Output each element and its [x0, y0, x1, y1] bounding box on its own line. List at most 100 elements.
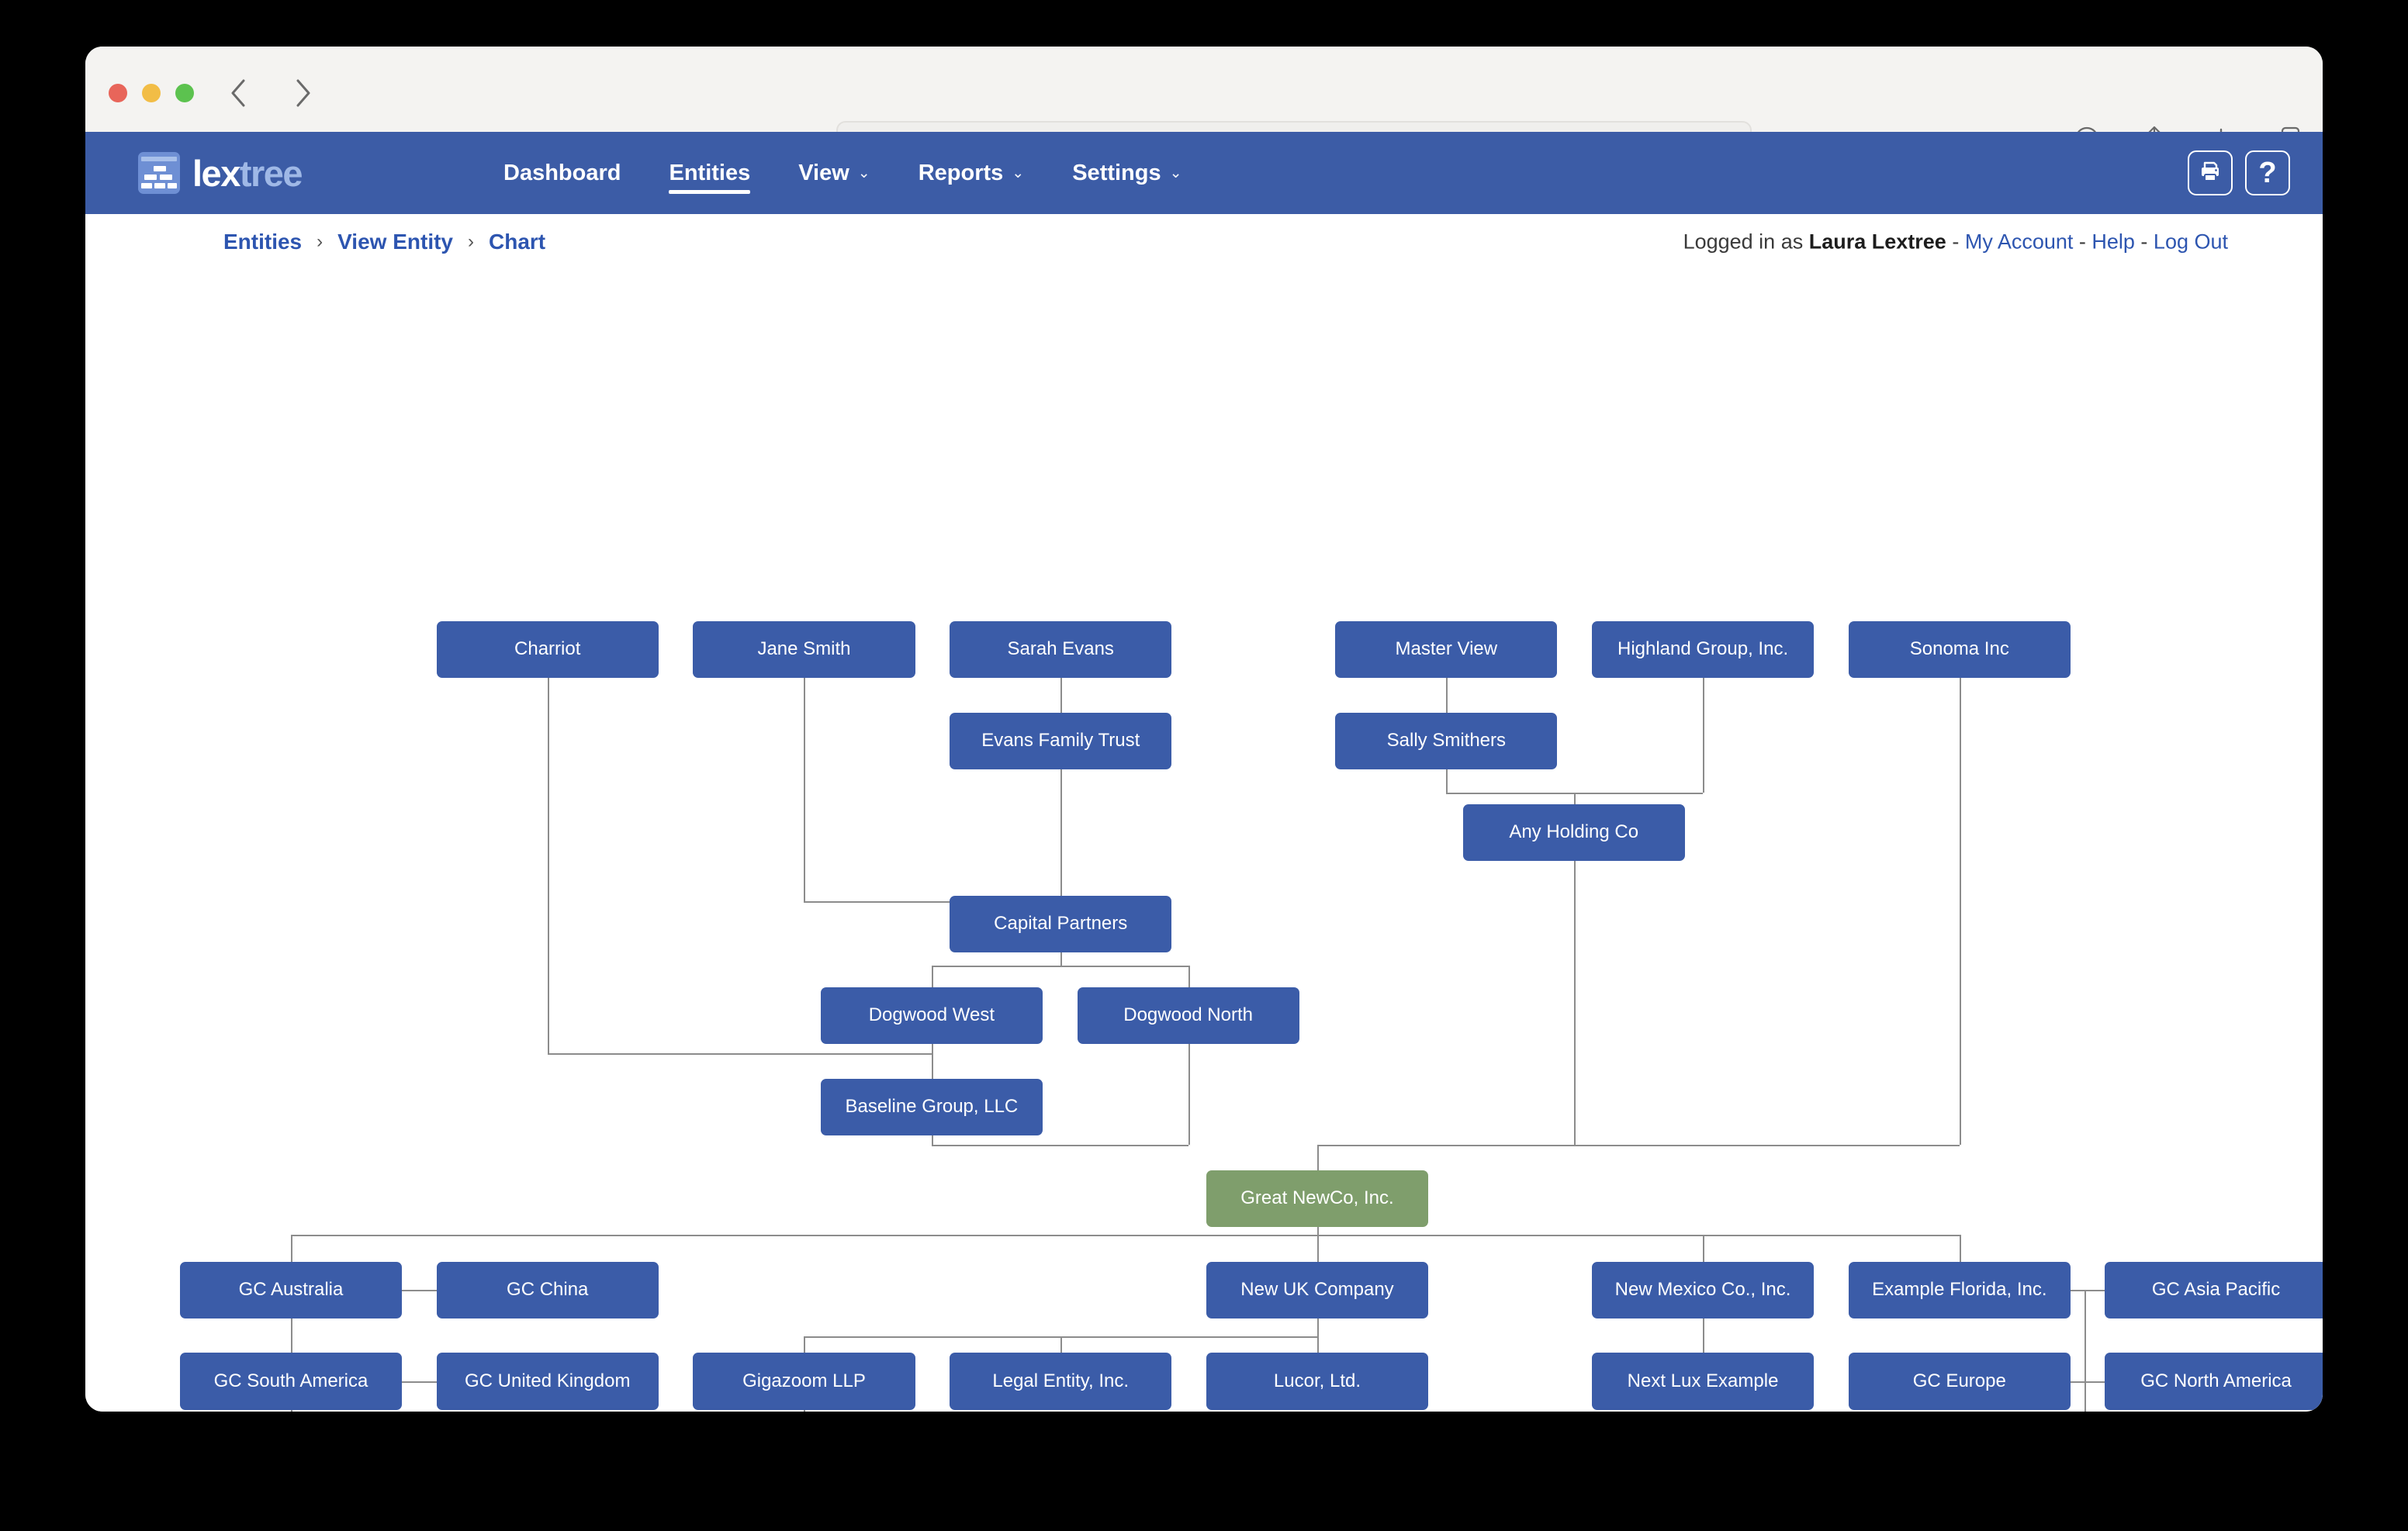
- nav-item-label: Settings: [1072, 160, 1161, 185]
- connector-line: [931, 1044, 933, 1079]
- entity-node-master-view[interactable]: Master View: [1335, 620, 1558, 679]
- connector-line: [1060, 678, 1063, 713]
- close-window-button[interactable]: [109, 84, 127, 102]
- connector-line: [1188, 966, 1190, 987]
- nav-item-view[interactable]: View ⌄: [774, 132, 894, 214]
- entity-node-baseline-group[interactable]: Baseline Group, LLC: [820, 1078, 1043, 1136]
- print-button[interactable]: [2188, 150, 2233, 195]
- forward-arrow-icon[interactable]: [290, 78, 317, 109]
- connector-line: [1959, 678, 1961, 1145]
- logo-lex-text: lex: [192, 152, 240, 194]
- entity-node-great-newco[interactable]: Great NewCo, Inc.: [1206, 1170, 1429, 1227]
- entity-node-dogwood-west[interactable]: Dogwood West: [820, 987, 1043, 1045]
- entity-node-gc-asia-pacific[interactable]: GC Asia Pacific: [2105, 1261, 2323, 1318]
- connector-line: [2084, 1290, 2086, 1412]
- browser-nav-arrows: [225, 78, 317, 109]
- entity-node-gc-australia[interactable]: GC Australia: [179, 1261, 403, 1318]
- connector-line: [931, 966, 933, 987]
- connector-line: [1060, 1336, 1063, 1353]
- entity-node-capital-partners[interactable]: Capital Partners: [950, 895, 1172, 953]
- breadcrumb-separator: ›: [317, 231, 323, 252]
- connector-line: [1188, 1044, 1190, 1145]
- browser-titlebar: berkmansolutions.com: [85, 47, 2323, 169]
- entity-node-sally-smithers[interactable]: Sally Smithers: [1335, 712, 1558, 770]
- entity-node-new-mexico-co[interactable]: New Mexico Co., Inc.: [1591, 1261, 1815, 1318]
- connector-line: [290, 1235, 292, 1262]
- connector-line: [1316, 1145, 1960, 1146]
- user-name: Laura Lextree: [1808, 230, 1946, 254]
- entity-node-gc-united-kingdom[interactable]: GC United Kingdom: [436, 1353, 659, 1410]
- minimize-window-button[interactable]: [142, 84, 161, 102]
- org-chart-canvas: Charriot Jane Smith Sarah Evans Master View…: [85, 270, 2323, 1412]
- lextree-wordmark: lextree: [192, 152, 303, 194]
- connector-line: [1703, 678, 1705, 793]
- entity-node-dogwood-north[interactable]: Dogwood North: [1077, 987, 1299, 1045]
- help-button[interactable]: ?: [2245, 150, 2290, 195]
- chevron-down-icon: ⌄: [1169, 164, 1182, 181]
- nav-item-reports[interactable]: Reports ⌄: [894, 132, 1049, 214]
- subheader: Entities › View Entity › Chart Logged in…: [85, 214, 2323, 270]
- breadcrumb-item-view-entity[interactable]: View Entity: [337, 230, 453, 254]
- connector-line: [931, 966, 1188, 967]
- entity-node-highland-group[interactable]: Highland Group, Inc.: [1591, 620, 1815, 679]
- entity-node-charriot[interactable]: Charriot: [436, 620, 659, 679]
- entity-node-any-holding[interactable]: Any Holding Co: [1462, 804, 1685, 862]
- nav-items: Dashboard Entities View ⌄ Reports ⌄ Sett…: [479, 132, 1206, 214]
- connector-line: [931, 1135, 933, 1145]
- connector-line: [804, 678, 806, 901]
- nav-item-entities[interactable]: Entities: [645, 132, 774, 214]
- breadcrumb-item-chart[interactable]: Chart: [489, 230, 545, 254]
- entity-node-example-florida[interactable]: Example Florida, Inc.: [1848, 1261, 2071, 1318]
- help-link[interactable]: Help: [2091, 230, 2135, 254]
- entity-node-jane-smith[interactable]: Jane Smith: [693, 620, 915, 679]
- entity-node-next-lux[interactable]: Next Lux Example: [1591, 1353, 1815, 1410]
- connector-line: [290, 1235, 1960, 1236]
- nav-item-label: Reports: [918, 160, 1004, 185]
- entity-node-sarah-evans[interactable]: Sarah Evans: [950, 620, 1172, 679]
- logo-tree-text: tree: [239, 152, 303, 194]
- connector-line: [1703, 1235, 1705, 1262]
- user-session-bar: Logged in as Laura Lextree - My Account …: [1683, 230, 2228, 254]
- connector-line: [804, 1336, 806, 1353]
- print-icon: [2198, 159, 2223, 188]
- window-controls: [109, 84, 194, 102]
- entity-node-gc-south-america[interactable]: GC South America: [179, 1353, 403, 1410]
- my-account-link[interactable]: My Account: [1965, 230, 2074, 254]
- connector-line: [1316, 1235, 1319, 1262]
- entity-node-lucor-ltd[interactable]: Lucor, Ltd.: [1206, 1353, 1429, 1410]
- connector-line: [2070, 1381, 2105, 1384]
- entity-node-gc-china[interactable]: GC China: [436, 1261, 659, 1318]
- nav-item-settings[interactable]: Settings ⌄: [1048, 132, 1206, 214]
- breadcrumb-item-entities[interactable]: Entities: [223, 230, 302, 254]
- back-arrow-icon[interactable]: [225, 78, 251, 109]
- nav-item-label: Dashboard: [503, 160, 621, 185]
- connector-line: [402, 1290, 437, 1292]
- chevron-down-icon: ⌄: [857, 164, 870, 181]
- lextree-logo[interactable]: lextree: [138, 152, 303, 194]
- entity-node-legal-entity[interactable]: Legal Entity, Inc.: [950, 1353, 1172, 1410]
- entity-node-evans-trust[interactable]: Evans Family Trust: [950, 712, 1172, 770]
- connector-line: [1703, 1318, 1705, 1353]
- log-out-link[interactable]: Log Out: [2154, 230, 2228, 254]
- entity-node-gigazoom-llp[interactable]: Gigazoom LLP: [693, 1353, 915, 1410]
- entity-node-sonoma-inc[interactable]: Sonoma Inc: [1848, 620, 2071, 679]
- connector-line: [1446, 769, 1448, 793]
- entity-node-new-uk-company[interactable]: New UK Company: [1206, 1261, 1429, 1318]
- question-mark-icon: ?: [2258, 157, 2277, 189]
- connector-line: [1316, 1227, 1319, 1235]
- connector-line: [547, 1053, 932, 1055]
- maximize-window-button[interactable]: [175, 84, 194, 102]
- entity-node-gc-north-america[interactable]: GC North America: [2105, 1353, 2323, 1410]
- connector-line: [1060, 952, 1063, 966]
- lextree-mark-icon: [138, 152, 180, 194]
- connector-line: [547, 678, 549, 1053]
- connector-line: [1446, 678, 1448, 713]
- connector-line: [1316, 1336, 1319, 1353]
- connector-line: [1060, 769, 1063, 896]
- nav-action-buttons: ?: [2188, 150, 2290, 195]
- connector-line: [931, 1145, 1188, 1146]
- nav-item-dashboard[interactable]: Dashboard: [479, 132, 645, 214]
- breadcrumb-separator: ›: [468, 231, 474, 252]
- entity-node-gc-europe[interactable]: GC Europe: [1848, 1353, 2071, 1410]
- chevron-down-icon: ⌄: [1012, 164, 1025, 181]
